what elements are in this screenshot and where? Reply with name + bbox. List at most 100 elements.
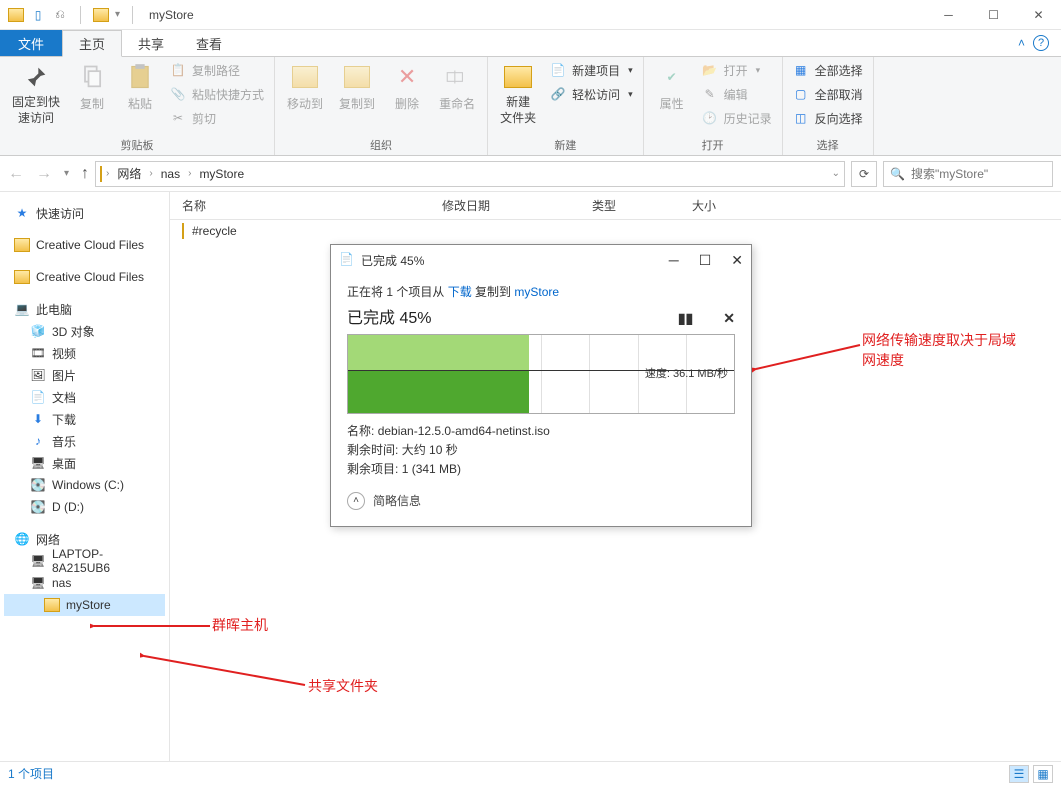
maximize-button[interactable]: ☐ [971, 0, 1016, 30]
pc-icon: 💻 [14, 301, 30, 317]
copy-source-link[interactable]: 下载 [448, 285, 472, 299]
new-item-button[interactable]: 📄新建项目▾ [546, 59, 637, 81]
sidebar-3d[interactable]: 🧊3D 对象 [4, 320, 165, 342]
copy-path-button[interactable]: 📋复制路径 [166, 59, 268, 81]
edit-button[interactable]: ✎编辑 [698, 83, 776, 105]
sidebar-mystore[interactable]: myStore [4, 594, 165, 616]
help-icon[interactable]: ? [1033, 35, 1049, 51]
crumb-network[interactable]: 网络 [113, 165, 145, 182]
sidebar-pictures[interactable]: 🖼图片 [4, 364, 165, 386]
pin-to-quickaccess-button[interactable]: 固定到快 速访问 [6, 59, 66, 128]
pictures-icon: 🖼 [30, 367, 46, 383]
col-name[interactable]: 名称 [182, 197, 442, 214]
dialog-titlebar[interactable]: 📄 已完成 45% ─ ☐ ✕ [331, 245, 751, 275]
location-folder-icon [100, 167, 102, 181]
tab-home[interactable]: 主页 [62, 30, 122, 57]
sidebar-nas[interactable]: 🖥nas [4, 572, 165, 594]
sidebar-laptop[interactable]: 🖥LAPTOP-8A215UB6 [4, 550, 165, 572]
select-all-button[interactable]: ▦全部选择 [789, 59, 867, 81]
refresh-button[interactable]: ⟳ [851, 161, 877, 187]
search-box[interactable]: 🔍 [883, 161, 1053, 187]
folder-icon [14, 269, 30, 285]
view-details-button[interactable]: ☰ [1009, 765, 1029, 783]
copy-description: 正在将 1 个项目从 下载 复制到 myStore [347, 283, 735, 300]
recent-dropdown[interactable]: ▾ [64, 168, 69, 179]
sidebar-drive-c[interactable]: 💽Windows (C:) [4, 474, 165, 496]
cancel-copy-button[interactable]: ✕ [723, 310, 735, 327]
share-folder-icon [44, 597, 60, 613]
select-none-button[interactable]: ▢全部取消 [789, 83, 867, 105]
sidebar-downloads[interactable]: ⬇下载 [4, 408, 165, 430]
dialog-maximize-button[interactable]: ☐ [699, 252, 712, 269]
delete-button[interactable]: ✕ 删除 [385, 59, 429, 114]
col-type[interactable]: 类型 [592, 197, 692, 214]
copy-to-icon [341, 61, 373, 93]
tab-view[interactable]: 查看 [180, 30, 238, 56]
tab-share[interactable]: 共享 [122, 30, 180, 56]
file-row[interactable]: #recycle [170, 220, 1061, 242]
up-button[interactable]: ↑ [81, 165, 89, 183]
edit-icon: ✎ [702, 86, 718, 102]
pause-button[interactable]: ▮▮ [678, 310, 693, 327]
move-to-button[interactable]: 移动到 [281, 59, 329, 114]
drive-icon: 💽 [30, 477, 46, 493]
drive-icon: 💽 [30, 499, 46, 515]
desktop-icon: 🖥 [30, 455, 46, 471]
sidebar-this-pc[interactable]: 💻此电脑 [4, 298, 165, 320]
close-button[interactable]: ✕ [1016, 0, 1061, 30]
new-folder-button[interactable]: 新建 文件夹 [494, 59, 542, 128]
downloads-icon: ⬇ [30, 411, 46, 427]
paste-button[interactable]: 粘贴 [118, 59, 162, 114]
sidebar-ccf2[interactable]: Creative Cloud Files [4, 266, 165, 288]
qat-save-icon[interactable]: ▯ [30, 7, 46, 23]
properties-button[interactable]: ✔ 属性 [650, 59, 694, 114]
rename-button[interactable]: 重命名 [433, 59, 481, 114]
ribbon-collapse-icon[interactable]: ˄ [1018, 36, 1025, 50]
more-info-toggle[interactable]: ˄ 简略信息 [347, 492, 735, 510]
star-icon: ★ [14, 205, 30, 221]
easy-access-button[interactable]: 🔗轻松访问▾ [546, 83, 637, 105]
crumb-mystore[interactable]: myStore [195, 167, 248, 181]
open-button[interactable]: 📂打开▾ [698, 59, 776, 81]
file-tab[interactable]: 文件 [0, 30, 62, 56]
dialog-close-button[interactable]: ✕ [731, 252, 743, 269]
crumb-nas[interactable]: nas [157, 167, 184, 181]
group-label-clipboard: 剪贴板 [6, 135, 268, 155]
copy-dest-link[interactable]: myStore [514, 285, 559, 299]
view-large-button[interactable]: ▦ [1033, 765, 1053, 783]
chevron-down-icon: ˄ [347, 492, 365, 510]
history-button[interactable]: 🕑历史记录 [698, 107, 776, 129]
minimize-button[interactable]: ─ [926, 0, 971, 30]
forward-button[interactable]: → [36, 165, 52, 183]
search-icon: 🔍 [890, 167, 905, 181]
music-icon: ♪ [30, 433, 46, 449]
sidebar-music[interactable]: ♪音乐 [4, 430, 165, 452]
sidebar-ccf1[interactable]: Creative Cloud Files [4, 234, 165, 256]
paste-shortcut-button[interactable]: 📎粘贴快捷方式 [166, 83, 268, 105]
col-date[interactable]: 修改日期 [442, 197, 592, 214]
select-none-icon: ▢ [793, 86, 809, 102]
copy-progress-dialog: 📄 已完成 45% ─ ☐ ✕ 正在将 1 个项目从 下载 复制到 myStor… [330, 244, 752, 527]
search-input[interactable] [911, 167, 1046, 181]
copy-to-button[interactable]: 复制到 [333, 59, 381, 114]
sidebar-desktop[interactable]: 🖥桌面 [4, 452, 165, 474]
breadcrumb[interactable]: › 网络› nas› myStore ⌄ [95, 161, 845, 187]
pin-icon [20, 61, 52, 93]
delete-icon: ✕ [391, 61, 423, 93]
qat-undo-icon[interactable]: ⎌ [52, 7, 68, 23]
dialog-minimize-button[interactable]: ─ [669, 252, 679, 269]
copy-button[interactable]: 复制 [70, 59, 114, 114]
sidebar-quick-access[interactable]: ★快速访问 [4, 202, 165, 224]
sidebar-videos[interactable]: 🎞视频 [4, 342, 165, 364]
copy-path-icon: 📋 [170, 62, 186, 78]
ribbon-tabs: 文件 主页 共享 查看 ˄ ? [0, 30, 1061, 56]
back-button[interactable]: ← [8, 165, 24, 183]
col-size[interactable]: 大小 [692, 197, 772, 214]
columns-header[interactable]: 名称 修改日期 类型 大小 [170, 192, 1061, 220]
new-item-icon: 📄 [550, 62, 566, 78]
breadcrumb-history-dropdown[interactable]: ⌄ [832, 168, 840, 179]
cut-button[interactable]: ✂剪切 [166, 107, 268, 129]
sidebar-documents[interactable]: 📄文档 [4, 386, 165, 408]
invert-selection-button[interactable]: ◫反向选择 [789, 107, 867, 129]
sidebar-drive-d[interactable]: 💽D (D:) [4, 496, 165, 518]
